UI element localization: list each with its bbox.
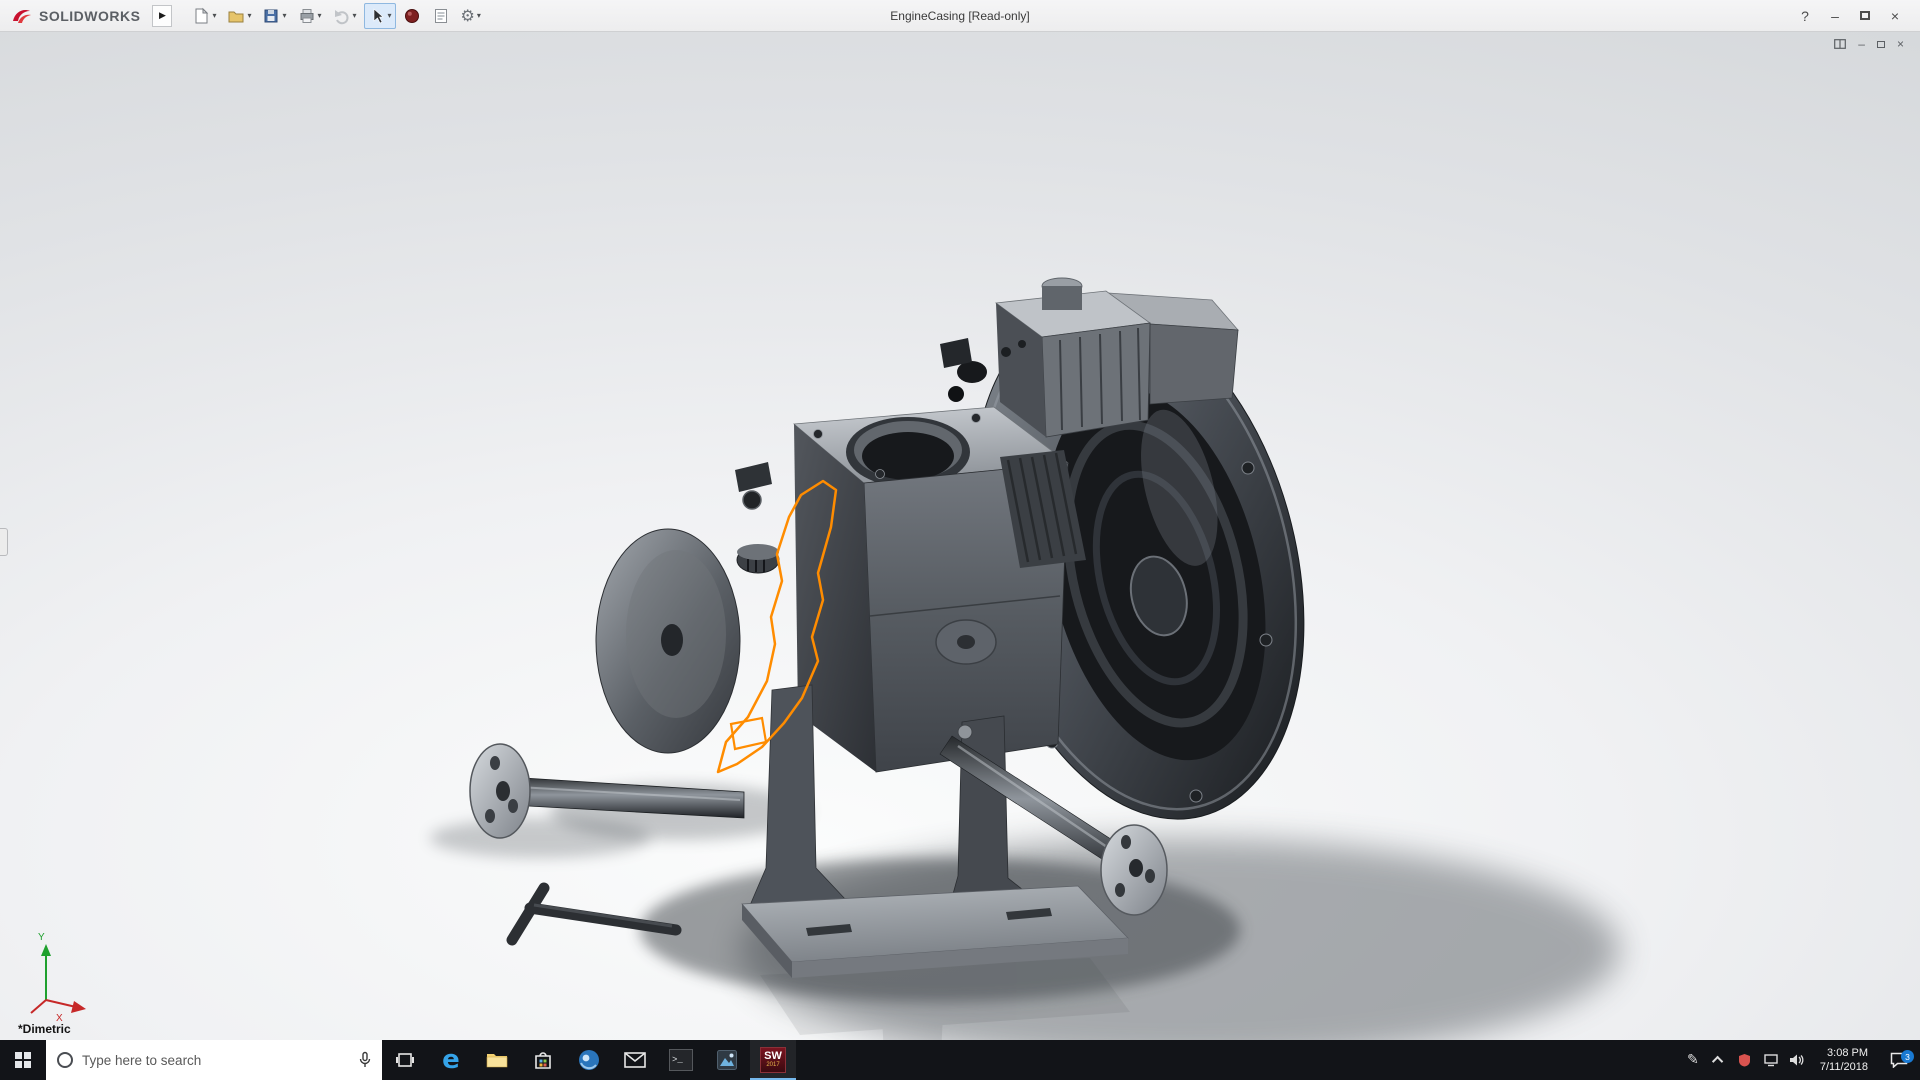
new-document-button[interactable]: ▾ (188, 3, 220, 29)
gear-icon: ⚙ (460, 5, 475, 25)
maximize-button[interactable] (1850, 3, 1880, 29)
brand-text: SOLIDWORKS (39, 7, 141, 24)
doc-minimize-button[interactable]: – (1858, 36, 1865, 52)
settings-button[interactable]: ⚙ ▾ (457, 3, 485, 29)
store-bag-icon (535, 1052, 551, 1069)
quick-access-toolbar: ▾ ▾ ▾ ▾ ▾ ▾ ⚙ ▾ (188, 2, 485, 29)
file-explorer-icon (486, 1054, 508, 1068)
command-prompt-button[interactable]: >_ (658, 1040, 704, 1080)
options-sheet-icon (434, 8, 447, 23)
dropdown-caret-icon[interactable]: ▾ (212, 11, 216, 20)
clock-time: 3:08 PM (1827, 1047, 1868, 1059)
dropdown-caret-icon[interactable]: ▾ (388, 11, 392, 20)
maximize-icon (1860, 11, 1870, 20)
mail-button[interactable] (612, 1040, 658, 1080)
cortana-icon (57, 1052, 73, 1068)
action-center-button[interactable]: 3 (1878, 1050, 1920, 1068)
graphics-viewport[interactable]: Y X (0, 0, 1920, 1080)
pen-icon: ✎ (1687, 1052, 1699, 1068)
restore-icon (1876, 40, 1885, 48)
clock[interactable]: 3:08 PM 7/11/2018 (1810, 1046, 1878, 1074)
search-input[interactable] (82, 1052, 350, 1068)
mail-icon (624, 1052, 646, 1068)
notification-badge: 3 (1901, 1050, 1914, 1063)
undo-icon (334, 9, 349, 24)
dropdown-caret-icon[interactable]: ▾ (282, 11, 286, 20)
task-view-icon (396, 1053, 414, 1067)
save-icon (264, 9, 278, 22)
select-cursor-icon (373, 7, 384, 23)
solidworks-logo: SOLIDWORKS (0, 7, 148, 25)
appearance-sphere-button[interactable] (399, 3, 425, 29)
network-icon (1764, 1054, 1778, 1067)
triad-y-label: Y (38, 932, 45, 943)
dropdown-caret-icon[interactable]: ▾ (318, 11, 322, 20)
windows-ink-button[interactable]: ✎ (1680, 1040, 1706, 1080)
document-title: EngineCasing [Read-only] (890, 8, 1030, 23)
tray-status-button[interactable] (1732, 1040, 1758, 1080)
orientation-triad: Y X (30, 932, 86, 1024)
material-sphere-icon (404, 8, 419, 23)
browser-app-button[interactable] (566, 1040, 612, 1080)
help-button[interactable]: ? (1790, 3, 1820, 29)
save-button[interactable]: ▾ (258, 3, 290, 29)
microphone-icon[interactable] (358, 1051, 372, 1069)
split-pane-icon (1834, 39, 1847, 49)
chevron-up-icon (1711, 1055, 1724, 1068)
doc-restore-button[interactable] (1876, 36, 1885, 52)
edge-icon: e (442, 1045, 460, 1075)
window-controls: ? – × (1790, 3, 1920, 29)
open-document-button[interactable]: ▾ (223, 3, 255, 29)
globe-app-icon (579, 1050, 599, 1070)
featuremanager-collapse-handle[interactable] (0, 528, 8, 556)
minimize-button[interactable]: – (1820, 3, 1850, 29)
start-button[interactable] (0, 1040, 46, 1080)
solidworks-app-year: 2017 (766, 1062, 780, 1068)
model-scene[interactable]: Y X (0, 0, 1920, 1080)
network-button[interactable] (1758, 1040, 1784, 1080)
clock-date: 7/11/2018 (1819, 1061, 1868, 1073)
store-button[interactable] (520, 1040, 566, 1080)
edge-browser-button[interactable]: e (428, 1040, 474, 1080)
system-tray: ✎ 3:08 PM 7/11/2018 3 (1680, 1040, 1920, 1080)
hidden-icons-button[interactable] (1706, 1040, 1732, 1080)
volume-button[interactable] (1784, 1040, 1810, 1080)
dropdown-caret-icon[interactable]: ▾ (477, 11, 481, 20)
taskbar-search[interactable] (46, 1040, 382, 1080)
dassault-systemes-icon (13, 9, 31, 23)
new-document-icon (195, 7, 209, 23)
select-tool-button[interactable]: ▾ (363, 2, 396, 29)
solidworks-app-text: SW (764, 1050, 782, 1062)
photos-app-button[interactable] (704, 1040, 750, 1080)
print-icon (300, 8, 313, 23)
windows-logo-icon (15, 1052, 31, 1068)
expand-menu-button[interactable]: ▶ (152, 4, 173, 27)
defender-shield-icon (1739, 1054, 1751, 1067)
photos-app-icon (717, 1050, 737, 1070)
dropdown-caret-icon[interactable]: ▾ (247, 11, 251, 20)
options-sheet-button[interactable] (428, 3, 454, 29)
file-explorer-button[interactable] (474, 1040, 520, 1080)
close-button[interactable]: × (1880, 3, 1910, 29)
doc-close-button[interactable]: × (1897, 36, 1904, 52)
speaker-icon (1789, 1054, 1804, 1066)
titlebar: SOLIDWORKS ▶ ▾ ▾ ▾ ▾ ▾ ▾ ⚙ ▾ EngineCasin… (0, 0, 1920, 32)
document-window-controls: – × (1834, 36, 1904, 52)
dropdown-caret-icon[interactable]: ▾ (353, 11, 357, 20)
open-folder-icon (228, 11, 244, 22)
solidworks-app-icon: SW 2017 (760, 1047, 786, 1073)
task-view-button[interactable] (382, 1040, 428, 1080)
undo-button[interactable]: ▾ (329, 3, 361, 29)
print-button[interactable]: ▾ (294, 3, 326, 29)
taskbar: e >_ (0, 1040, 1920, 1080)
expand-arrow-icon: ▶ (158, 10, 166, 20)
command-prompt-icon: >_ (669, 1049, 693, 1071)
doc-pane-button[interactable] (1834, 36, 1847, 52)
solidworks-app-button[interactable]: SW 2017 (750, 1040, 796, 1080)
view-orientation-label: *Dimetric (18, 1022, 71, 1036)
